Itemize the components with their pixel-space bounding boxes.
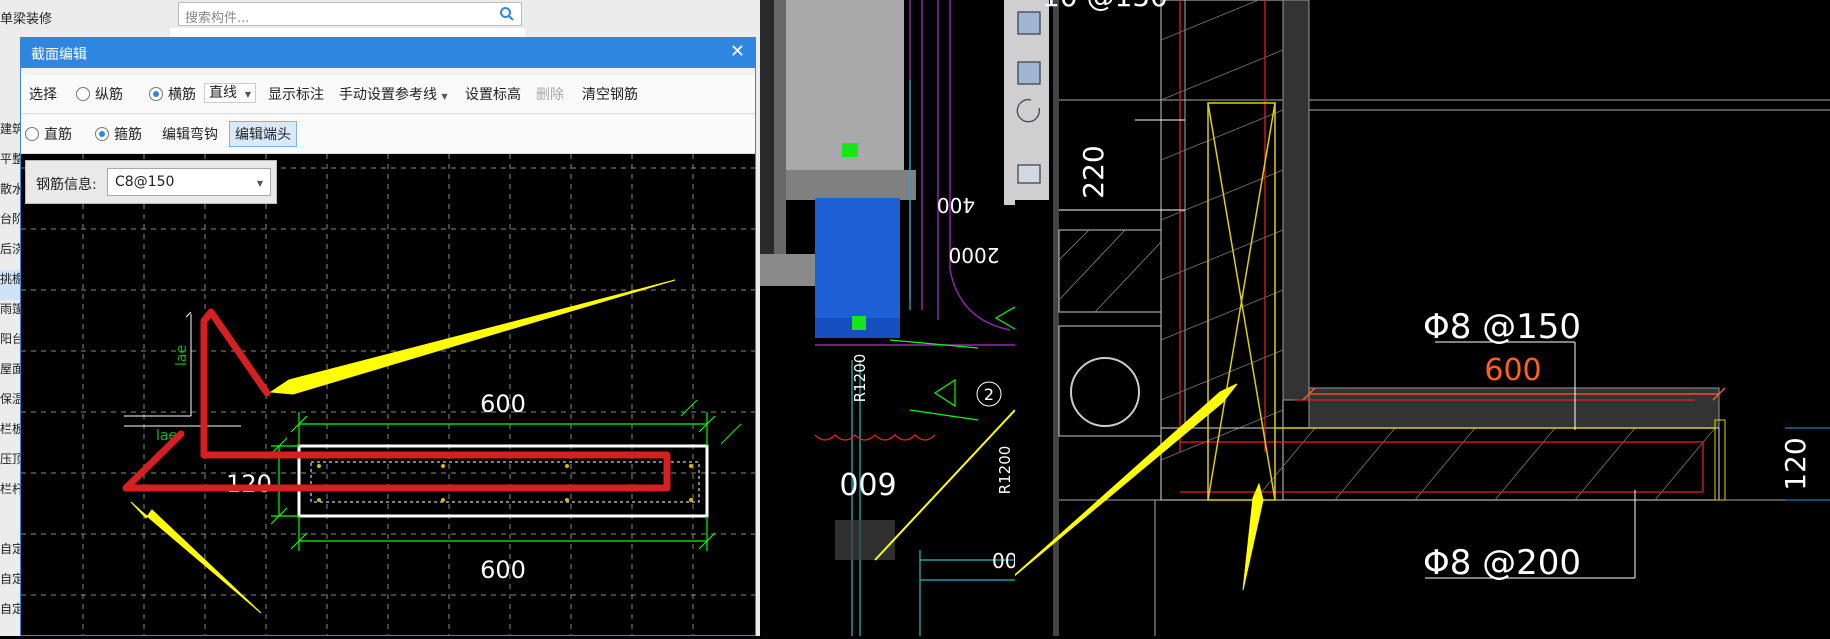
- dim-120-text: 120: [1779, 437, 1812, 490]
- annotation-arrows: [1015, 383, 1264, 591]
- dim-220-text: 220: [1077, 145, 1110, 198]
- radio-label: 纵筋: [95, 87, 123, 103]
- radio-icon: [25, 127, 39, 141]
- component-list-item[interactable]: 台阶: [0, 210, 22, 240]
- lae-vertical-text: lae: [174, 345, 190, 366]
- dimension-lines: [270, 412, 716, 551]
- rebar-info-select[interactable]: C8@150 ▼: [107, 168, 271, 196]
- radio-icon: [76, 87, 90, 101]
- component-list: 建筑 平整 散水 台阶 后浇 挑檐 雨篷 阳台 屋面 保温 栏板 压顶 栏杆 自定 自定 自定: [0, 120, 22, 630]
- set-elevation-button[interactable]: 设置标高: [465, 84, 521, 104]
- radio-straight[interactable]: 直筋: [25, 124, 72, 144]
- search-placeholder: 搜索构件...: [185, 11, 250, 26]
- component-list-item[interactable]: 平整: [0, 150, 22, 180]
- chevron-down-icon: ▼: [441, 92, 448, 101]
- chevron-down-icon: ▼: [244, 90, 251, 99]
- rebar-info-panel: 钢筋信息: C8@150 ▼: [25, 160, 277, 204]
- dim-400-text: 400: [937, 193, 975, 217]
- section-edit-dialog: 截面编辑 ✕ 选择 纵筋 横筋 直线 ▼ 显示标注 手动设置参考线 ▼ 设置标高 …: [20, 37, 756, 636]
- delete-button[interactable]: 删除: [536, 84, 564, 104]
- manual-ref-line-button[interactable]: 手动设置参考线 ▼: [339, 84, 448, 104]
- rebar-points: [317, 464, 693, 502]
- radius-text: R1200: [996, 446, 1014, 495]
- 3d-model-drawing: 2 400 2000 R1200 600 R1200 00: [760, 0, 1015, 636]
- clear-rebar-button[interactable]: 清空钢筋: [582, 84, 638, 104]
- rebar-top-text: Φ8 @150: [1423, 307, 1581, 347]
- component-list-item[interactable]: 自定: [0, 570, 22, 600]
- component-list-item[interactable]: 自定: [0, 600, 22, 630]
- toolbar-primary: 选择 纵筋 横筋 直线 ▼ 显示标注 手动设置参考线 ▼ 设置标高 删除 清空钢筋: [21, 75, 755, 114]
- radio-label: 直筋: [44, 127, 72, 143]
- dim-600-text: 600: [1484, 353, 1541, 388]
- radio-label: 横筋: [168, 87, 196, 103]
- component-list-item[interactable]: [0, 510, 22, 540]
- radio-icon: [95, 127, 109, 141]
- component-list-item[interactable]: 雨篷: [0, 300, 22, 330]
- radio-label: 箍筋: [114, 127, 142, 143]
- toolbar-secondary: 直筋 箍筋 编辑弯钩 编辑端头: [21, 115, 755, 154]
- component-list-item[interactable]: 阳台: [0, 330, 22, 360]
- background-title: 单梁装修: [0, 12, 53, 27]
- 3d-model-view[interactable]: 2 400 2000 R1200 600 R1200 00: [760, 0, 1015, 636]
- component-list-item[interactable]: 建筑: [0, 120, 22, 150]
- radio-icon: [149, 87, 163, 101]
- partial-label-text: 10 @150: [1042, 0, 1168, 13]
- slab-inner-outline: [310, 461, 700, 503]
- component-list-item[interactable]: 自定: [0, 540, 22, 570]
- radio-transverse[interactable]: 横筋: [149, 84, 196, 104]
- dim-bottom-text: 600: [480, 556, 526, 584]
- cad-detail-drawing: 600 Φ8 @150 Φ8 @200 220 10 @150 120: [1015, 0, 1830, 636]
- component-list-item[interactable]: 挑檐: [0, 270, 22, 300]
- radio-stirrup[interactable]: 箍筋: [95, 124, 142, 144]
- component-list-item[interactable]: 栏杆: [0, 480, 22, 510]
- radio-longitudinal[interactable]: 纵筋: [76, 84, 123, 104]
- manual-ref-line-label: 手动设置参考线: [339, 87, 437, 103]
- dim-thickness-text: 120: [226, 470, 272, 498]
- edit-end-button[interactable]: 编辑端头: [229, 121, 297, 147]
- component-search-input[interactable]: 搜索构件...: [178, 2, 522, 26]
- select-button[interactable]: 选择: [29, 84, 57, 104]
- dimension-lines: [680, 399, 742, 445]
- grid-lines: [21, 154, 755, 635]
- component-list-item[interactable]: 散水: [0, 180, 22, 210]
- chevron-down-icon: ▼: [256, 179, 263, 188]
- component-list-item[interactable]: 屋面: [0, 360, 22, 390]
- component-list-item[interactable]: 栏板: [0, 420, 22, 450]
- rebar-info-label: 钢筋信息:: [36, 177, 97, 193]
- dialog-title-bar[interactable]: 截面编辑 ✕: [21, 38, 755, 68]
- dim-top-text: 600: [480, 390, 526, 418]
- dialog-title: 截面编辑: [31, 47, 87, 63]
- cad-detail-view[interactable]: 600 Φ8 @150 Φ8 @200 220 10 @150 120: [1015, 0, 1830, 636]
- line-type-value: 直线: [209, 85, 237, 101]
- line-type-select[interactable]: 直线 ▼: [204, 83, 256, 103]
- search-icon[interactable]: [499, 6, 515, 22]
- rebar-info-value: C8@150: [115, 174, 175, 190]
- radius-text: R1200: [851, 354, 869, 403]
- component-list-item[interactable]: 保温: [0, 390, 22, 420]
- dim-2000-text: 2000: [949, 243, 1000, 267]
- component-list-item[interactable]: 压顶: [0, 450, 22, 480]
- dim-partial-text: 00: [992, 549, 1015, 573]
- axis-marker-text: 2: [984, 385, 994, 404]
- rebar-bottom-text: Φ8 @200: [1423, 543, 1581, 583]
- component-list-item[interactable]: 后浇: [0, 240, 22, 270]
- show-annotation-button[interactable]: 显示标注: [268, 84, 324, 104]
- dim-600-text: 600: [839, 465, 896, 500]
- section-drawing: 600 600 120 lae lae: [21, 154, 755, 635]
- section-canvas[interactable]: 600 600 120 lae lae: [21, 154, 755, 635]
- close-icon[interactable]: ✕: [730, 41, 745, 62]
- edit-hook-button[interactable]: 编辑弯钩: [162, 124, 218, 144]
